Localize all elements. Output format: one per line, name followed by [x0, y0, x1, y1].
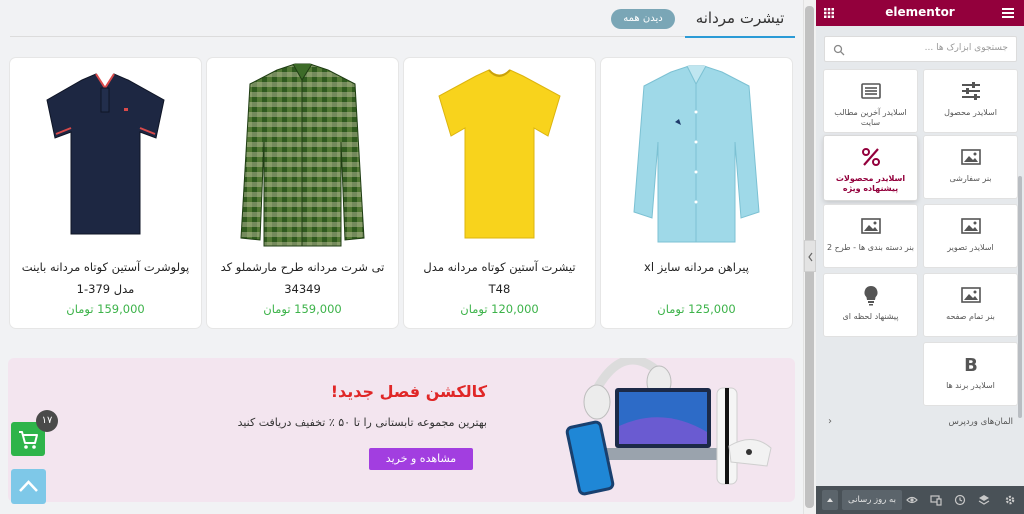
banner-shop-button[interactable]: مشاهده و خرید [369, 448, 473, 470]
sliders-icon [961, 82, 980, 100]
product-card[interactable]: تیشرت آستین کوتاه مردانه مدل T48 120,000… [404, 58, 595, 328]
widget-label: پیشنهاد لحظه ای [842, 312, 899, 321]
responsive-icon[interactable] [930, 494, 942, 506]
product-grid: پیراهن مردانه سایز xl 125,000 تومان تیشر… [8, 58, 795, 328]
widget-latest-posts-slider[interactable]: اسلایدر آخرین مطالب سایت [824, 70, 917, 132]
layers-icon[interactable] [978, 494, 990, 506]
widget-label: بنر دسته بندی ها - طرح 2 [827, 243, 914, 252]
image-icon [960, 149, 981, 165]
widget-brand-slider[interactable]: B اسلایدر برند ها [924, 343, 1017, 405]
hamburger-menu-icon[interactable] [1002, 8, 1014, 18]
product-image-navy-polo[interactable] [40, 62, 171, 248]
product-card[interactable]: پولوشرت آستین کوتاه مردانه باینت مدل 379… [10, 58, 201, 328]
product-price: 125,000 تومان [657, 302, 736, 316]
widget-category-banner-2[interactable]: بنر دسته بندی ها - طرح 2 [824, 205, 917, 267]
chevron-up-icon [19, 480, 38, 492]
product-price: 120,000 تومان [460, 302, 539, 316]
product-name[interactable]: پولوشرت آستین کوتاه مردانه باینت مدل 379… [18, 256, 193, 300]
eye-icon[interactable] [906, 494, 918, 506]
lightbulb-icon [863, 286, 878, 306]
panel-footer: به روز رسانی [816, 486, 1024, 514]
widget-label: بنر تمام صفحه [946, 312, 995, 321]
list-icon [860, 83, 881, 99]
widget-label: بنر سفارشی [949, 174, 992, 183]
widget-label: اسلایدر برند ها [946, 381, 995, 390]
product-image-light-blue-shirt[interactable] [631, 62, 762, 248]
promo-banner: کالکشن فصل جدید! بهترین مجموعه تابستانی … [8, 358, 795, 502]
page-canvas: تیشرت مردانه دیدن همه پیراهن مردانه سایز… [0, 0, 803, 514]
widget-instant-offer[interactable]: پیشنهاد لحظه ای [824, 274, 917, 336]
electronics-illustration [565, 358, 772, 496]
section-divider [10, 36, 685, 37]
widget-custom-banner[interactable]: بنر سفارشی [924, 136, 1017, 198]
search-icon [833, 44, 845, 56]
product-price: 159,000 تومان [66, 302, 145, 316]
banner-title: کالکشن فصل جدید! [330, 382, 487, 401]
product-image-yellow-tshirt[interactable] [434, 62, 565, 248]
cart-count-badge: ۱۷ [36, 410, 58, 432]
product-name[interactable]: تی شرت مردانه طرح مارشملو کد 34349 [215, 256, 390, 300]
svg-text:B: B [964, 355, 978, 375]
scroll-to-top-button[interactable] [11, 469, 46, 504]
widget-label: اسلایدر تصویر [947, 243, 994, 252]
update-options-button[interactable] [822, 490, 838, 510]
widget-full-page-banner[interactable]: بنر تمام صفحه [924, 274, 1017, 336]
elementor-panel: elementor جستجوی ابزارک ها ... اسلایدر م… [816, 0, 1024, 514]
widget-product-slider[interactable]: اسلایدر محصول [924, 70, 1017, 132]
panel-header: elementor [816, 0, 1024, 26]
bold-b-icon: B [964, 355, 978, 376]
image-icon [960, 287, 981, 303]
widget-label: اسلایدر آخرین مطالب سایت [834, 108, 907, 127]
widget-label: اسلایدر محصولات پیشنهاده ویژه [835, 174, 906, 193]
image-icon [860, 218, 881, 234]
category-label: المان‌های وردپرس [948, 417, 1013, 427]
wordpress-elements-category[interactable]: › المان‌های وردپرس [824, 416, 1017, 432]
product-name[interactable]: پیراهن مردانه سایز xl [609, 256, 784, 278]
chevron-right-icon: › [828, 416, 832, 427]
gear-icon[interactable] [1004, 494, 1016, 506]
elementor-logo: elementor [885, 5, 955, 19]
section-header: تیشرت مردانه دیدن همه [0, 0, 803, 40]
see-all-button[interactable]: دیدن همه [611, 9, 675, 29]
product-price: 159,000 تومان [263, 302, 342, 316]
percent-icon [861, 148, 880, 166]
update-button[interactable]: به روز رسانی [842, 490, 902, 510]
search-placeholder: جستجوی ابزارک ها ... [924, 43, 1008, 53]
caret-up-icon [827, 498, 833, 502]
panel-collapse-handle[interactable] [804, 240, 816, 272]
history-icon[interactable] [954, 494, 966, 506]
image-icon [960, 218, 981, 234]
product-card[interactable]: پیراهن مردانه سایز xl 125,000 تومان [601, 58, 792, 328]
panel-scrollbar[interactable] [1018, 176, 1022, 418]
product-image-green-plaid-shirt[interactable] [237, 62, 368, 248]
widget-image-slider[interactable]: اسلایدر تصویر [924, 205, 1017, 267]
section-title-tab[interactable]: تیشرت مردانه [685, 4, 795, 38]
product-card[interactable]: تی شرت مردانه طرح مارشملو کد 34349 159,0… [207, 58, 398, 328]
banner-text: بهترین مجموعه تابستانی را تا ۵۰ ٪ تخفیف … [237, 416, 487, 429]
widget-search-input[interactable]: جستجوی ابزارک ها ... [824, 36, 1017, 62]
product-name[interactable]: تیشرت آستین کوتاه مردانه مدل T48 [412, 256, 587, 300]
widget-label: اسلایدر محصول [944, 108, 997, 117]
widget-special-offer-slider[interactable]: اسلایدر محصولات پیشنهاده ویژه [824, 136, 917, 200]
